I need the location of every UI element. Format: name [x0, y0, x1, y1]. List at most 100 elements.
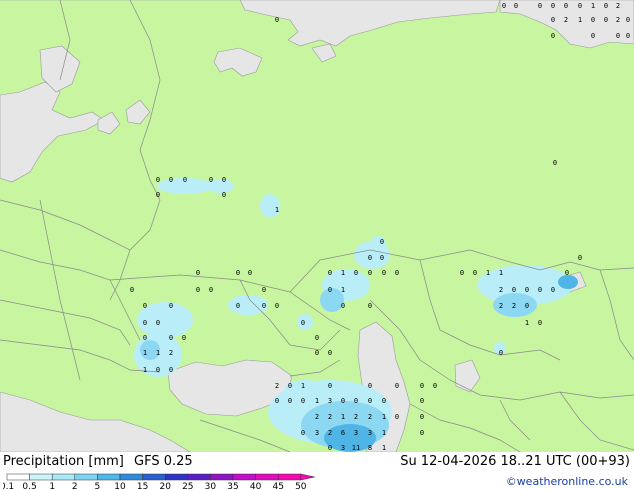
grid-value-label: 1	[382, 444, 386, 452]
grid-value-label: 0	[382, 397, 386, 405]
color-scale-overflow-arrow	[300, 473, 315, 481]
color-scale-swatch	[142, 473, 166, 481]
color-scale-swatch	[277, 473, 302, 481]
grid-value-label: 3	[354, 429, 358, 437]
color-scale-tick-label: 50	[295, 482, 307, 490]
grid-value-label: 2	[169, 349, 173, 357]
grid-value-label: 3	[368, 429, 372, 437]
grid-value-label: 1	[156, 349, 160, 357]
model-label: GFS 0.25	[134, 454, 193, 469]
grid-value-label: 8	[368, 444, 372, 452]
grid-value-label: 0	[525, 286, 529, 294]
grid-value-label: 0	[143, 334, 147, 342]
grid-value-label: 0	[315, 349, 319, 357]
grid-value-label: 0	[182, 334, 186, 342]
grid-value-label: 0	[288, 382, 292, 390]
grid-value-label: 1	[591, 2, 595, 10]
color-scale: 0.10.5125101520253035404550	[3, 473, 315, 490]
grid-value-label: 2	[328, 429, 332, 437]
grid-value-label: 0	[473, 269, 477, 277]
grid-value-label: 0	[354, 397, 358, 405]
grid-value-label: 0	[341, 397, 345, 405]
color-scale-tick-label: 15	[137, 482, 148, 490]
grid-value-label: 0	[236, 302, 240, 310]
grid-value-label: 0	[380, 238, 384, 246]
legend-bar: Precipitation [mm] GFS 0.25 Su 12-04-202…	[0, 452, 634, 490]
grid-value-label: 1	[578, 16, 582, 24]
grid-value-label: 0	[328, 286, 332, 294]
grid-value-label: 0	[551, 16, 555, 24]
color-scale-swatch	[255, 473, 279, 481]
color-scale-swatch	[210, 473, 234, 481]
grid-value-label: 0	[236, 269, 240, 277]
grid-value-label: 0	[209, 286, 213, 294]
grid-value-label: 0	[328, 382, 332, 390]
grid-value-label: 0	[248, 269, 252, 277]
grid-value-label: 1	[382, 429, 386, 437]
color-scale-tick-label: 25	[182, 482, 193, 490]
grid-value-label: 0	[169, 302, 173, 310]
grid-value-label: 0	[209, 176, 213, 184]
credit-link[interactable]: ©weatheronline.co.uk	[506, 475, 628, 488]
grid-value-label: 0	[222, 191, 226, 199]
grid-value-label: 0	[262, 302, 266, 310]
grid-value-label: 0	[565, 269, 569, 277]
grid-value-label: 1	[315, 397, 319, 405]
grid-value-label: 1	[143, 349, 147, 357]
grid-value-label: 0	[183, 176, 187, 184]
grid-value-label: 0	[626, 16, 630, 24]
color-scale-tick-label: 5	[95, 482, 101, 490]
color-scale-swatch	[232, 473, 256, 481]
grid-value-label: 1	[525, 319, 529, 327]
grid-value-label: 0	[499, 349, 503, 357]
grid-value-label: 0	[604, 2, 608, 10]
grid-value-label: 0	[578, 2, 582, 10]
grid-value-label: 1	[486, 269, 490, 277]
grid-value-label: 0	[169, 334, 173, 342]
grid-value-label: 2	[275, 382, 279, 390]
color-scale-swatch	[6, 473, 30, 481]
grid-value-label: 0	[275, 16, 279, 24]
grid-value-label: 11	[352, 444, 360, 452]
color-scale-tick-label: 10	[114, 482, 126, 490]
grid-value-label: 2	[354, 413, 358, 421]
grid-value-label: 0	[578, 254, 582, 262]
color-scale-swatch	[51, 473, 76, 481]
grid-value-label: 2	[315, 413, 319, 421]
grid-value-label: 0	[538, 319, 542, 327]
map-title: Precipitation [mm] GFS 0.25	[3, 454, 199, 469]
color-scale-tick-label: 2	[72, 482, 78, 490]
grid-value-label: 1	[341, 413, 345, 421]
parameter-label: Precipitation [mm]	[3, 454, 124, 469]
grid-value-label: 0	[514, 2, 518, 10]
grid-value-label: 0	[143, 302, 147, 310]
grid-value-label: 2	[499, 302, 503, 310]
grid-value-label: 0	[222, 176, 226, 184]
grid-value-label: 1	[382, 413, 386, 421]
grid-value-label: 0	[196, 286, 200, 294]
grid-value-label: 0	[275, 397, 279, 405]
grid-value-label: 0	[368, 382, 372, 390]
grid-value-label: 0	[512, 286, 516, 294]
grid-value-label: 6	[341, 429, 345, 437]
grid-value-label: 0	[551, 2, 555, 10]
grid-value-label: 2	[499, 286, 503, 294]
grid-value-label: 0	[591, 32, 595, 40]
grid-value-label: 0	[169, 366, 173, 374]
grid-value-label: 0	[420, 382, 424, 390]
grid-value-label: 0	[130, 286, 134, 294]
grid-value-label: 0	[315, 334, 319, 342]
grid-value-label: 0	[626, 32, 630, 40]
grid-value-label: 0	[275, 302, 279, 310]
grid-value-label: 0	[395, 269, 399, 277]
grid-value-label: 0	[156, 319, 160, 327]
grid-value-label: 0	[368, 254, 372, 262]
grid-value-label: 1	[275, 206, 279, 214]
precipitation-map[interactable]: 0 0 0 0 0 0 0 1 0 2 0 2 1 0 0 2 0 0 0 0 0 0 0 0 0 0 0 0 0 1 0 0 0 0 0 0 0 0 1 0…	[0, 0, 634, 452]
grid-value-label: 0	[604, 16, 608, 24]
grid-value-label: 1	[341, 269, 345, 277]
grid-value-label: 0	[341, 302, 345, 310]
color-scale-swatch	[164, 473, 189, 481]
grid-value-label: 1	[499, 269, 503, 277]
grid-value-label: 0	[395, 413, 399, 421]
